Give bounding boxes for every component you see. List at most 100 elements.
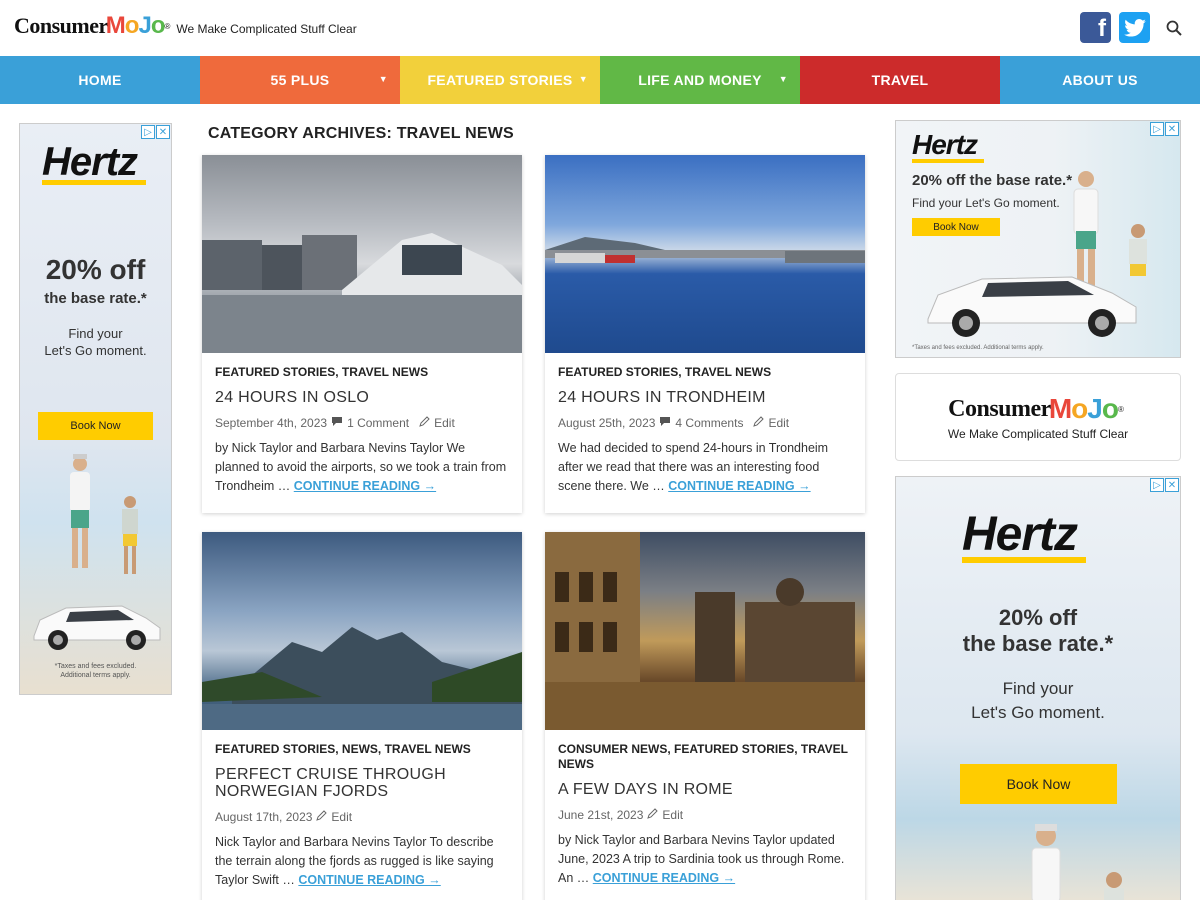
close-icon[interactable]: ✕	[156, 125, 170, 139]
ad-find-line1: Find your	[1002, 679, 1074, 698]
page-title: CATEGORY ARCHIVES: TRAVEL NEWS	[208, 125, 514, 142]
close-icon[interactable]: ✕	[1165, 122, 1179, 136]
post-categories[interactable]: FEATURED STORIES, NEWS, TRAVEL NEWS	[215, 742, 509, 757]
nav-featured-stories[interactable]: FEATURED STORIES ▼	[400, 56, 600, 104]
nav-label: HOME	[78, 72, 122, 88]
nav-about-us[interactable]: ABOUT US	[1000, 56, 1200, 104]
post-categories[interactable]: FEATURED STORIES, TRAVEL NEWS	[558, 365, 852, 380]
chevron-down-icon[interactable]: ▼	[379, 74, 388, 84]
ad-offer-line2: the base rate.*	[44, 290, 147, 307]
ad-book-now-button[interactable]: Book Now	[960, 764, 1117, 804]
post-image[interactable]	[545, 532, 865, 730]
pencil-icon	[753, 416, 765, 430]
logo-mojo: MoJo	[105, 12, 166, 39]
logo-word: Consumer	[14, 13, 108, 38]
post-card: FEATURED STORIES, TRAVEL NEWS 24 HOURS I…	[202, 155, 522, 513]
post-image[interactable]	[202, 155, 522, 353]
comment-icon	[659, 416, 671, 430]
pencil-icon	[647, 808, 659, 822]
ad-banner-right-top[interactable]: ▷ ✕ Hertz 20% off the base rate.* Find y…	[895, 120, 1181, 358]
adchoices[interactable]: ▷ ✕	[1150, 478, 1179, 492]
post-edit-link[interactable]: Edit	[331, 810, 352, 824]
continue-reading-link[interactable]: CONTINUE READING →	[298, 873, 440, 887]
post-date[interactable]: September 4th, 2023	[215, 416, 327, 430]
post-meta: August 17th, 2023 Edit	[215, 810, 509, 824]
post-edit-link[interactable]: Edit	[662, 808, 683, 822]
ad-offer-line1: 20% off	[45, 254, 146, 285]
post-body: CONSUMER NEWS, FEATURED STORIES, TRAVEL …	[545, 730, 865, 888]
pencil-icon	[316, 810, 328, 824]
nav-label: ABOUT US	[1062, 72, 1138, 88]
registered-mark: ®	[1117, 404, 1124, 414]
nav-55-plus[interactable]: 55 PLUS ▼	[200, 56, 400, 104]
ad-find-line2: Let's Go moment.	[44, 343, 147, 358]
search-icon[interactable]	[1162, 16, 1186, 40]
facebook-icon[interactable]: f	[1080, 12, 1111, 43]
adchoices[interactable]: ▷ ✕	[1150, 122, 1179, 136]
ad-car-image	[927, 276, 1137, 337]
ad-banner-left[interactable]: ▷ ✕ Hertz 20% off the base rate.* Find y…	[19, 123, 172, 695]
nav-label: LIFE AND MONEY	[638, 72, 762, 88]
post-categories[interactable]: CONSUMER NEWS, FEATURED STORIES, TRAVEL …	[558, 742, 852, 772]
adchoices-icon[interactable]: ▷	[141, 125, 155, 139]
continue-reading-link[interactable]: CONTINUE READING →	[593, 871, 735, 885]
ad-offer-line2: the base rate.*	[962, 631, 1114, 656]
ad-fine-print: *Taxes and fees excluded. Additional ter…	[54, 663, 137, 679]
ad-book-now-button[interactable]: Book Now	[912, 218, 1000, 236]
post-title[interactable]: A FEW DAYS IN ROME	[558, 781, 852, 798]
post-edit-link[interactable]: Edit	[768, 416, 789, 430]
adchoices-icon[interactable]: ▷	[1150, 122, 1164, 136]
ad-find-line1: Find your	[68, 326, 123, 341]
chevron-down-icon[interactable]: ▼	[779, 74, 788, 84]
nav-life-and-money[interactable]: LIFE AND MONEY ▼	[600, 56, 800, 104]
post-body: FEATURED STORIES, NEWS, TRAVEL NEWS PERF…	[202, 730, 522, 890]
ad-book-now-button[interactable]: Book Now	[38, 412, 153, 440]
ad-brand: Hertz	[42, 140, 138, 184]
post-title[interactable]: 24 HOURS IN OSLO	[215, 389, 509, 406]
post-title[interactable]: 24 HOURS IN TRONDHEIM	[558, 389, 852, 406]
post-card: FEATURED STORIES, NEWS, TRAVEL NEWS PERF…	[202, 532, 522, 900]
site-logo[interactable]: Consumer MoJo ® We Make Complicated Stuf…	[14, 12, 357, 40]
nav-home[interactable]: HOME	[0, 56, 200, 104]
post-meta: September 4th, 2023 1 Comment Edit	[215, 416, 509, 430]
post-edit-link[interactable]: Edit	[434, 416, 455, 430]
post-categories[interactable]: FEATURED STORIES, TRAVEL NEWS	[215, 365, 509, 380]
post-card: FEATURED STORIES, TRAVEL NEWS 24 HOURS I…	[545, 155, 865, 513]
post-date[interactable]: August 25th, 2023	[558, 416, 655, 430]
twitter-icon[interactable]	[1119, 12, 1150, 43]
continue-reading-link[interactable]: CONTINUE READING →	[294, 479, 436, 493]
post-comments-link[interactable]: 4 Comments	[675, 416, 743, 430]
logo-mojo: MoJo	[1048, 393, 1119, 424]
chevron-down-icon[interactable]: ▼	[579, 74, 588, 84]
sidebar-tagline: We Make Complicated Stuff Clear	[947, 427, 1129, 441]
ad-banner-right-bottom[interactable]: ▷ ✕ Hertz 20% off the base rate.* Find y…	[895, 476, 1181, 900]
ad-brand-bar	[42, 180, 146, 185]
post-date[interactable]: August 17th, 2023	[215, 810, 312, 824]
social-links: f	[1080, 12, 1186, 43]
ad-brand-bar	[962, 557, 1086, 563]
continue-reading-link[interactable]: CONTINUE READING →	[668, 479, 810, 493]
ad-fine-print: *Taxes and fees excluded. Additional ter…	[912, 345, 1044, 351]
post-meta: August 25th, 2023 4 Comments Edit	[558, 416, 852, 430]
post-card: CONSUMER NEWS, FEATURED STORIES, TRAVEL …	[545, 532, 865, 900]
post-title[interactable]: PERFECT CRUISE THROUGH NORWEGIAN FJORDS	[215, 766, 509, 800]
post-excerpt: We had decided to spend 24-hours in Tron…	[558, 441, 829, 493]
post-image[interactable]	[545, 155, 865, 353]
ad-brand-bar	[912, 159, 984, 163]
ad-car-image	[33, 605, 161, 650]
nav-travel[interactable]: TRAVEL	[800, 56, 1000, 104]
registered-mark: ®	[164, 21, 171, 31]
adchoices[interactable]: ▷ ✕	[141, 125, 170, 139]
post-date[interactable]: June 21st, 2023	[558, 808, 643, 822]
main-nav: HOME 55 PLUS ▼ FEATURED STORIES ▼ LIFE A…	[0, 56, 1200, 104]
close-icon[interactable]: ✕	[1165, 478, 1179, 492]
post-body: FEATURED STORIES, TRAVEL NEWS 24 HOURS I…	[202, 353, 522, 496]
post-excerpt: Nick Taylor and Barbara Nevins Taylor To…	[215, 835, 494, 887]
post-meta: June 21st, 2023 Edit	[558, 808, 852, 822]
post-image[interactable]	[202, 532, 522, 730]
sidebar-logo[interactable]: Consumer MoJo ® We Make Complicated Stuf…	[895, 373, 1181, 461]
ad-brand: Hertz	[912, 129, 978, 160]
adchoices-icon[interactable]: ▷	[1150, 478, 1164, 492]
post-comments-link[interactable]: 1 Comment	[347, 416, 409, 430]
nav-label: TRAVEL	[871, 72, 929, 88]
